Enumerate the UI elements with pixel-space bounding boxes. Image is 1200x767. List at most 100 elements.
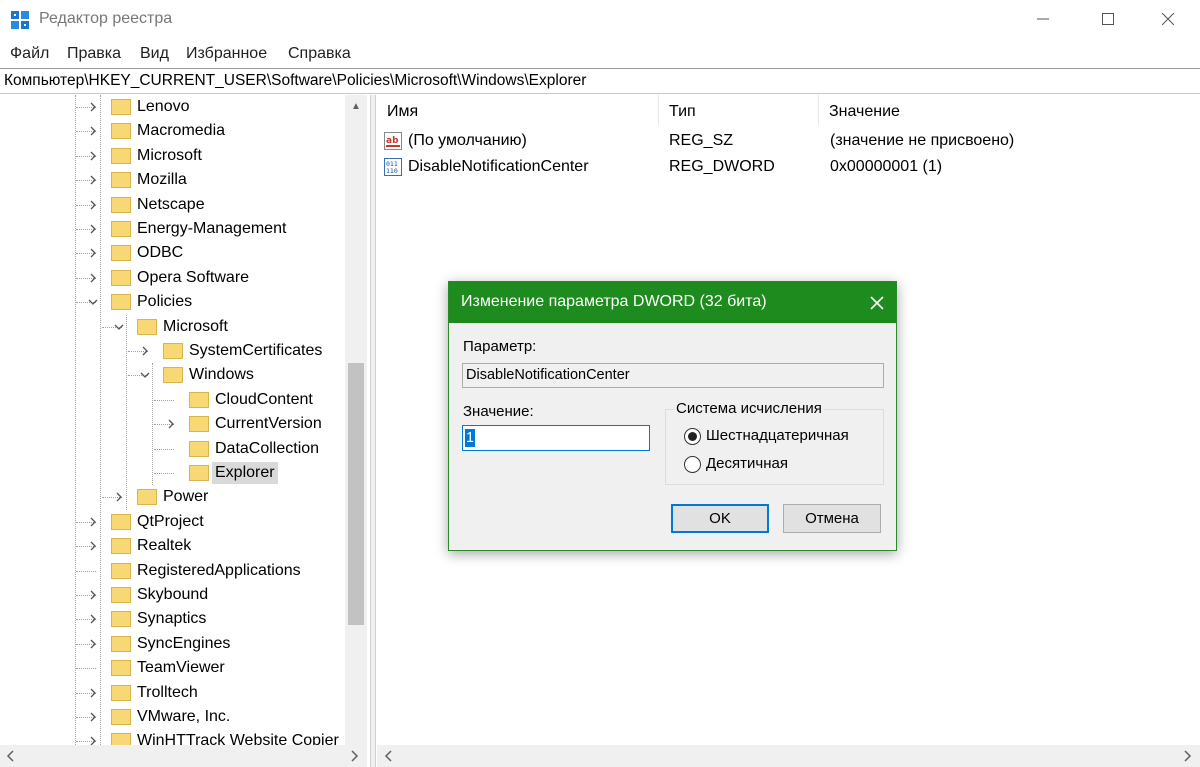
close-button[interactable] bbox=[1135, 0, 1200, 38]
dialog-title-bar: Изменение параметра DWORD (32 бита) bbox=[449, 282, 896, 323]
folder-icon bbox=[111, 587, 131, 603]
address-path[interactable]: Компьютер\HKEY_CURRENT_USER\Software\Pol… bbox=[4, 72, 586, 90]
value-type: REG_DWORD bbox=[669, 158, 775, 175]
param-name-field: DisableNotificationCenter bbox=[462, 363, 884, 388]
chevron-right-icon[interactable] bbox=[86, 149, 100, 163]
tree-item-label: Explorer bbox=[212, 462, 278, 484]
radio-decimal[interactable] bbox=[684, 456, 701, 473]
chevron-right-icon[interactable] bbox=[86, 539, 100, 553]
chevron-right-icon[interactable] bbox=[138, 344, 152, 358]
tree-item-label: SyncEngines bbox=[137, 634, 231, 652]
scroll-left-arrow-icon[interactable] bbox=[383, 750, 395, 762]
tree-item-explorer[interactable]: Explorer bbox=[0, 461, 345, 485]
chevron-right-icon[interactable] bbox=[86, 612, 100, 626]
tree-item-label: CloudContent bbox=[215, 390, 313, 408]
value-input-text[interactable]: 1 bbox=[465, 429, 476, 447]
tree-item-cloudcontent[interactable]: CloudContent bbox=[0, 388, 345, 412]
tree-item-label: Skybound bbox=[137, 586, 209, 603]
column-header-type[interactable]: Тип bbox=[659, 95, 819, 125]
chevron-down-icon[interactable] bbox=[86, 295, 100, 309]
chevron-right-icon[interactable] bbox=[86, 271, 100, 285]
column-header-data[interactable]: Значение bbox=[819, 95, 1200, 125]
menu-favorites[interactable]: Избранное bbox=[186, 45, 267, 63]
tree-item-energy-management[interactable]: Energy-Management bbox=[0, 217, 345, 241]
tree-item-syncengines[interactable]: SyncEngines bbox=[0, 632, 345, 656]
tree-item-vmware-inc-[interactable]: VMware, Inc. bbox=[0, 705, 345, 729]
tree-horizontal-scrollbar[interactable] bbox=[0, 745, 367, 767]
tree-item-datacollection[interactable]: DataCollection bbox=[0, 437, 345, 461]
tree-item-trolltech[interactable]: Trolltech bbox=[0, 681, 345, 705]
tree-item-qtproject[interactable]: QtProject bbox=[0, 510, 345, 534]
tree-item-mozilla[interactable]: Mozilla bbox=[0, 168, 345, 192]
ok-button[interactable]: OK bbox=[671, 504, 769, 533]
chevron-right-icon[interactable] bbox=[86, 222, 100, 236]
chevron-right-icon[interactable] bbox=[86, 173, 100, 187]
value-input[interactable]: 1 bbox=[462, 425, 650, 451]
folder-icon bbox=[189, 465, 209, 481]
chevron-right-icon[interactable] bbox=[86, 686, 100, 700]
address-bar[interactable]: Компьютер\HKEY_CURRENT_USER\Software\Pol… bbox=[0, 68, 1200, 94]
tree-item-label: Energy-Management bbox=[137, 220, 287, 237]
tree-scroll-thumb[interactable] bbox=[348, 363, 364, 625]
chevron-right-icon[interactable] bbox=[86, 637, 100, 651]
dialog-close-button[interactable] bbox=[857, 282, 896, 323]
tree-vertical-scrollbar[interactable]: ▲ bbox=[345, 95, 367, 745]
menu-edit[interactable]: Правка bbox=[67, 45, 121, 63]
column-header-name[interactable]: Имя bbox=[377, 95, 659, 125]
radio-decimal-label[interactable]: Десятичная bbox=[706, 455, 788, 472]
tree-item-systemcertificates[interactable]: SystemCertificates bbox=[0, 339, 345, 363]
radio-hex-label[interactable]: Шестнадцатеричная bbox=[706, 427, 849, 444]
tree-item-opera-software[interactable]: Opera Software bbox=[0, 266, 345, 290]
tree-item-realtek[interactable]: Realtek bbox=[0, 534, 345, 558]
chevron-down-icon[interactable] bbox=[138, 368, 152, 382]
folder-icon bbox=[111, 221, 131, 237]
scroll-right-arrow-icon[interactable] bbox=[348, 750, 360, 762]
scroll-right-arrow-icon[interactable] bbox=[1181, 750, 1193, 762]
tree-item-microsoft[interactable]: Microsoft bbox=[0, 315, 345, 339]
minimize-button[interactable] bbox=[1010, 0, 1076, 38]
cancel-button[interactable]: Отмена bbox=[783, 504, 881, 533]
tree-item-windows[interactable]: Windows bbox=[0, 363, 345, 387]
value-row[interactable]: ab (По умолчанию) REG_SZ (значение не пр… bbox=[377, 128, 1200, 154]
folder-icon bbox=[111, 99, 131, 115]
chevron-right-icon[interactable] bbox=[86, 588, 100, 602]
tree-item-synaptics[interactable]: Synaptics bbox=[0, 607, 345, 631]
scroll-left-arrow-icon[interactable] bbox=[5, 750, 17, 762]
chevron-right-icon[interactable] bbox=[86, 100, 100, 114]
tree-item-macromedia[interactable]: Macromedia bbox=[0, 119, 345, 143]
menu-file[interactable]: Файл bbox=[10, 45, 49, 63]
tree-item-skybound[interactable]: Skybound bbox=[0, 583, 345, 607]
chevron-right-icon[interactable] bbox=[164, 417, 178, 431]
chevron-right-icon[interactable] bbox=[86, 124, 100, 138]
chevron-right-icon[interactable] bbox=[86, 246, 100, 260]
folder-icon bbox=[163, 367, 183, 384]
tree-item-odbc[interactable]: ODBC bbox=[0, 241, 345, 265]
tree-item-label: Opera Software bbox=[137, 268, 250, 286]
menu-view[interactable]: Вид bbox=[140, 45, 169, 63]
scroll-up-arrow-icon[interactable]: ▲ bbox=[345, 95, 367, 117]
folder-icon bbox=[111, 147, 131, 164]
chevron-down-icon[interactable] bbox=[112, 320, 126, 334]
regedit-window: Редактор реестра Файл Правка Вид Избранн… bbox=[0, 0, 1200, 767]
menu-help[interactable]: Справка bbox=[288, 45, 351, 63]
regedit-app-icon bbox=[11, 11, 29, 29]
chevron-right-icon[interactable] bbox=[86, 515, 100, 529]
tree-item-netscape[interactable]: Netscape bbox=[0, 193, 345, 217]
chevron-right-icon[interactable] bbox=[112, 490, 126, 504]
pane-splitter[interactable] bbox=[370, 95, 376, 767]
tree-item-teamviewer[interactable]: TeamViewer bbox=[0, 656, 345, 680]
tree-item-power[interactable]: Power bbox=[0, 485, 345, 509]
tree-item-microsoft[interactable]: Microsoft bbox=[0, 144, 345, 168]
tree-item-lenovo[interactable]: Lenovo bbox=[0, 95, 345, 119]
chevron-right-icon[interactable] bbox=[86, 198, 100, 212]
values-horizontal-scrollbar[interactable] bbox=[377, 745, 1200, 767]
chevron-right-icon[interactable] bbox=[86, 710, 100, 724]
folder-icon bbox=[111, 245, 131, 262]
maximize-button[interactable] bbox=[1075, 0, 1141, 38]
tree-item-currentversion[interactable]: CurrentVersion bbox=[0, 412, 345, 436]
tree-item-label: Lenovo bbox=[137, 98, 190, 115]
radio-hex[interactable] bbox=[684, 428, 701, 445]
tree-item-policies[interactable]: Policies bbox=[0, 290, 345, 314]
value-row[interactable]: 011 110 DisableNotificationCenter REG_DW… bbox=[377, 154, 1200, 180]
tree-item-registeredapplications[interactable]: RegisteredApplications bbox=[0, 559, 345, 583]
